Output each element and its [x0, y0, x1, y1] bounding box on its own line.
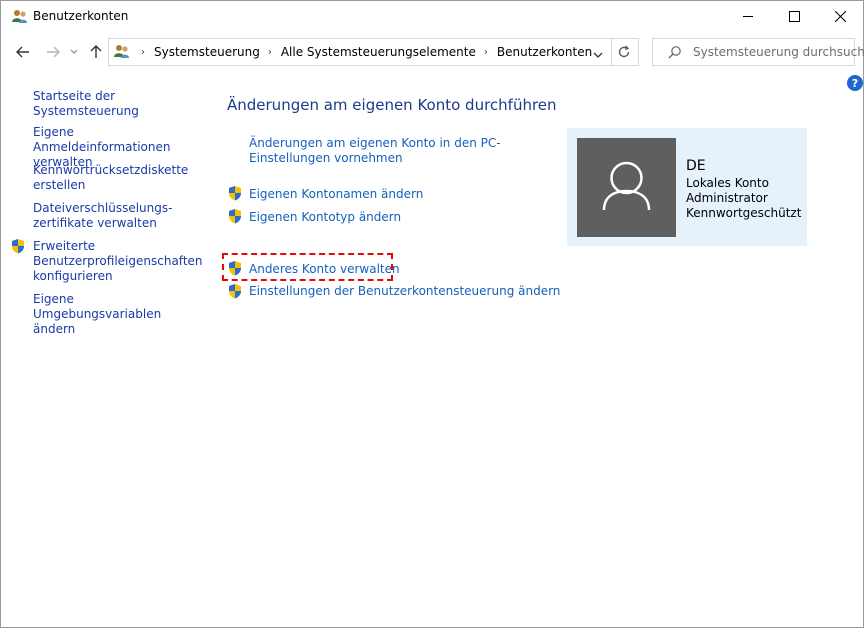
pc-settings-link[interactable]: Änderungen am eigenen Konto in den PC-Ei… — [249, 136, 559, 166]
breadcrumb-separator-icon: › — [483, 46, 488, 58]
search-placeholder: Systemsteuerung durchsuch... — [693, 45, 864, 59]
up-button[interactable] — [85, 37, 107, 67]
help-icon: ? — [851, 76, 859, 90]
close-button[interactable] — [817, 1, 863, 32]
refresh-button[interactable] — [610, 38, 639, 66]
sidebar-item-environment-variables[interactable]: Eigene Umgebungsvariablen ändern — [33, 292, 193, 337]
back-button[interactable] — [11, 37, 35, 67]
recent-locations-button[interactable] — [67, 37, 81, 67]
minimize-button[interactable] — [725, 1, 771, 32]
chevron-down-icon — [593, 52, 603, 58]
breadcrumb: › Systemsteuerung › Alle Systemsteuerung… — [133, 39, 592, 65]
close-icon — [834, 11, 846, 22]
account-type-local: Lokales Konto — [686, 176, 769, 190]
breadcrumb-item-systemsteuerung[interactable]: Systemsteuerung — [154, 45, 260, 59]
change-account-name-link[interactable]: Eigenen Kontonamen ändern — [249, 187, 423, 202]
breadcrumb-separator-icon: › — [141, 46, 145, 58]
arrow-up-icon — [90, 45, 102, 58]
search-icon — [668, 46, 681, 59]
page-title: Änderungen am eigenen Konto durchführen — [227, 96, 557, 114]
account-role: Administrator — [686, 191, 768, 205]
help-button[interactable]: ? — [847, 75, 863, 91]
breadcrumb-separator-icon: › — [267, 46, 272, 58]
control-panel-icon — [114, 45, 129, 58]
window-title: Benutzerkonten — [33, 9, 129, 23]
title-bar: Benutzerkonten — [1, 1, 863, 32]
sidebar-item-control-panel-home[interactable]: Startseite der Systemsteuerung — [33, 89, 203, 119]
window: Benutzerkonten › Systemsteuerung › Alle … — [0, 0, 864, 628]
address-bar[interactable]: › Systemsteuerung › Alle Systemsteuerung… — [108, 38, 612, 66]
chevron-down-icon — [70, 49, 78, 54]
uac-shield-icon — [229, 261, 241, 276]
user-account-panel: DE Lokales Konto Administrator Kennwortg… — [567, 128, 807, 246]
avatar — [577, 138, 676, 237]
sidebar-item-password-reset-disk[interactable]: Kennwortrücksetzdiskette erstellen — [33, 163, 188, 193]
navigation-bar: › Systemsteuerung › Alle Systemsteuerung… — [1, 37, 864, 69]
account-password-status: Kennwortgeschützt — [686, 206, 802, 220]
maximize-button[interactable] — [771, 1, 817, 32]
user-silhouette-icon — [602, 161, 651, 211]
arrow-right-icon — [47, 46, 60, 58]
breadcrumb-item-benutzerkonten[interactable]: Benutzerkonten — [497, 45, 592, 59]
address-dropdown-button[interactable] — [593, 48, 603, 62]
forward-button[interactable] — [41, 37, 65, 67]
search-input[interactable]: Systemsteuerung durchsuch... — [652, 38, 864, 66]
uac-settings-link[interactable]: Einstellungen der Benutzerkontensteuerun… — [249, 284, 560, 299]
manage-other-account-link[interactable]: Anderes Konto verwalten — [249, 262, 400, 277]
uac-shield-icon — [12, 239, 24, 254]
uac-shield-icon — [229, 209, 241, 224]
user-accounts-icon — [12, 10, 27, 23]
change-account-type-link[interactable]: Eigenen Kontotyp ändern — [249, 210, 401, 225]
uac-shield-icon — [229, 186, 241, 201]
minimize-icon — [742, 16, 753, 17]
arrow-left-icon — [16, 46, 29, 58]
sidebar-item-advanced-profile-properties[interactable]: Erweiterte Benutzerprofileigenschaften k… — [33, 239, 203, 284]
sidebar-item-encryption-certificates[interactable]: Dateiverschlüsselungs-zertifikate verwal… — [33, 201, 173, 231]
maximize-icon — [788, 11, 800, 22]
uac-shield-icon — [229, 284, 241, 299]
refresh-icon — [618, 45, 630, 58]
breadcrumb-item-all-items[interactable]: Alle Systemsteuerungselemente — [281, 45, 476, 59]
account-name: DE — [686, 158, 706, 174]
